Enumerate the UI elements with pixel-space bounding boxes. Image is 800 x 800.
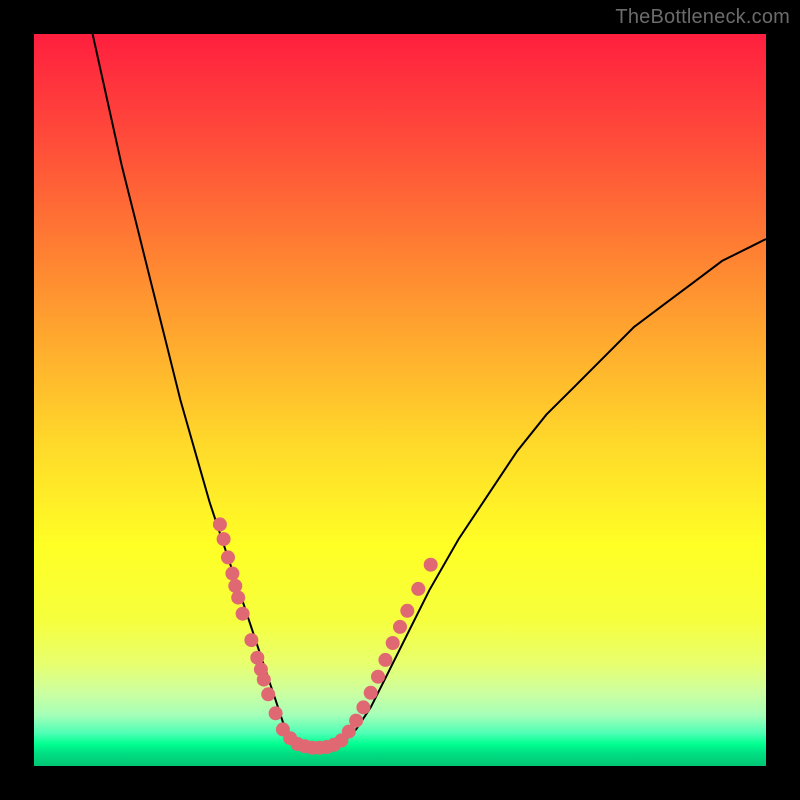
marker-dot: [244, 633, 258, 647]
watermark-text: TheBottleneck.com: [615, 6, 790, 29]
marker-dot: [371, 670, 385, 684]
marker-dot: [349, 714, 363, 728]
bottleneck-curve: [93, 34, 766, 748]
marker-dots: [213, 517, 438, 754]
marker-dot: [356, 700, 370, 714]
marker-dot: [228, 579, 242, 593]
chart-overlay: [34, 34, 766, 766]
marker-dot: [261, 687, 275, 701]
plot-area: [34, 34, 766, 766]
marker-dot: [364, 686, 378, 700]
marker-dot: [386, 636, 400, 650]
outer-frame: TheBottleneck.com: [0, 0, 800, 800]
marker-dot: [225, 567, 239, 581]
marker-dot: [217, 532, 231, 546]
marker-dot: [400, 604, 414, 618]
marker-dot: [393, 620, 407, 634]
marker-dot: [411, 582, 425, 596]
marker-dot: [378, 653, 392, 667]
marker-dot: [269, 706, 283, 720]
marker-dot: [213, 517, 227, 531]
marker-dot: [257, 673, 271, 687]
marker-dot: [231, 591, 245, 605]
marker-dot: [424, 558, 438, 572]
marker-dot: [236, 607, 250, 621]
marker-dot: [221, 550, 235, 564]
